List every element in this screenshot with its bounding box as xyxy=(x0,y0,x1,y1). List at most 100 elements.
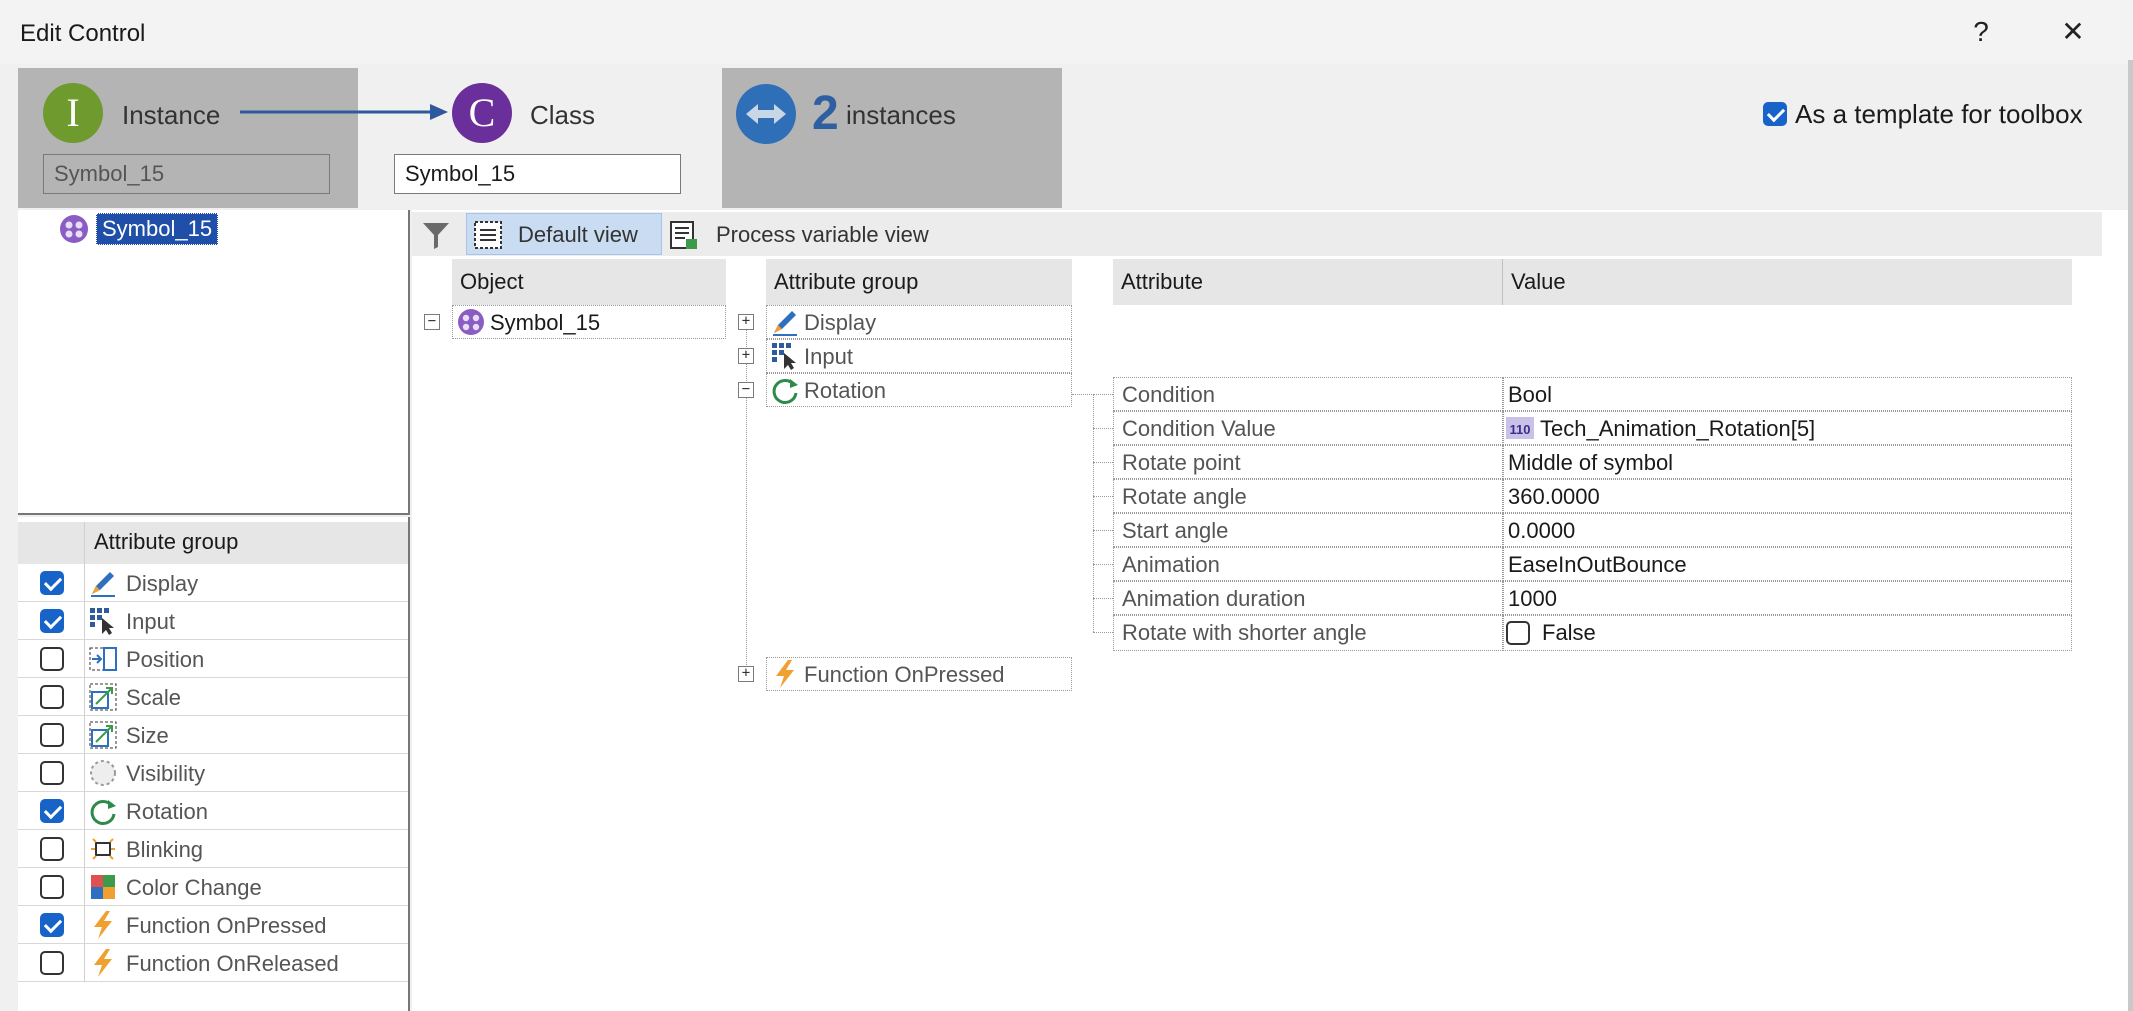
process-variable-icon xyxy=(670,221,697,249)
attribute-group-label: Blinking xyxy=(126,837,204,862)
attribute-group-label: Function OnReleased xyxy=(126,951,339,976)
display-icon xyxy=(88,568,118,598)
class-name-input[interactable]: Symbol_15 xyxy=(394,154,681,194)
default-view-label: Default view xyxy=(518,222,638,247)
attribute-value: 1000 xyxy=(1508,586,1557,611)
attribute-group-label: Color Change xyxy=(126,875,262,900)
process-variable-view-button[interactable]: Process variable view xyxy=(716,222,929,248)
attribute-group-label: Rotation xyxy=(804,378,886,403)
attribute-group-label: Function OnPressed xyxy=(804,662,1005,687)
tree-root-item[interactable]: Symbol_15 xyxy=(96,213,219,245)
attribute-group-checkbox[interactable] xyxy=(40,951,64,975)
object-name: Symbol_15 xyxy=(490,310,601,335)
instance-icon: I xyxy=(43,83,103,143)
size-icon xyxy=(88,720,118,750)
filter-icon[interactable] xyxy=(420,219,452,251)
attribute-group-checkbox[interactable] xyxy=(40,837,64,861)
attribute-group-label: Visibility xyxy=(126,761,206,786)
group-column-header: Attribute group xyxy=(766,259,1072,305)
attribute-group-checkbox[interactable] xyxy=(40,609,64,633)
attribute-value: Middle of symbol xyxy=(1508,450,1674,475)
attribute-group-row[interactable] xyxy=(18,640,408,678)
attribute-group-label: Scale xyxy=(126,685,182,710)
object-tree-panel xyxy=(18,210,410,515)
value-column-header: Value xyxy=(1503,259,2072,305)
tree-connector xyxy=(1093,394,1113,395)
attribute-group-label: Size xyxy=(126,723,169,748)
arrow-icon xyxy=(240,104,448,120)
attribute-value-cell[interactable] xyxy=(1503,377,2072,411)
attribute-group-row[interactable] xyxy=(18,564,408,602)
tree-connector xyxy=(1072,394,1094,395)
attribute-group-row[interactable] xyxy=(18,678,408,716)
attribute-group-label: Rotation xyxy=(126,799,208,824)
close-button[interactable]: ✕ xyxy=(2053,14,2093,50)
collapse-toggle[interactable]: − xyxy=(738,382,754,398)
template-checkbox[interactable] xyxy=(1763,102,1787,126)
attribute-group-label: Display xyxy=(804,310,877,335)
template-checkbox-label: As a template for toolbox xyxy=(1795,99,2083,129)
instance-name-field: Symbol_15 xyxy=(43,154,330,194)
attribute-group-checkbox[interactable] xyxy=(40,799,64,823)
attribute-group-label: Display xyxy=(126,571,199,596)
attribute-value-cell[interactable] xyxy=(1503,581,2072,615)
lightning-icon xyxy=(88,948,118,978)
lightning-icon xyxy=(770,659,800,689)
attribute-group-label: Input xyxy=(126,609,175,634)
rotation-icon xyxy=(88,796,118,826)
expand-toggle[interactable]: + xyxy=(738,348,754,364)
object-column-header: Object xyxy=(452,259,726,305)
attribute-group-checkbox[interactable] xyxy=(40,875,64,899)
position-icon xyxy=(88,644,118,674)
instances-label: instances xyxy=(846,100,956,130)
tree-connector xyxy=(1093,462,1113,463)
attribute-name: Rotate point xyxy=(1122,450,1241,475)
tree-connector xyxy=(1093,530,1113,531)
attribute-value-cell[interactable] xyxy=(1503,513,2072,547)
class-icon: C xyxy=(452,83,512,143)
color-change-icon xyxy=(88,872,118,902)
rotation-icon xyxy=(770,375,800,405)
tree-connector xyxy=(1093,394,1094,632)
attribute-group-checkbox[interactable] xyxy=(40,571,64,595)
attribute-name: Animation duration xyxy=(1122,586,1306,611)
rotate-shorter-checkbox[interactable] xyxy=(1506,621,1530,645)
attribute-group-row[interactable] xyxy=(18,602,408,640)
attribute-value: 0.0000 xyxy=(1508,518,1576,543)
title-bar xyxy=(0,0,2133,64)
attribute-name: Rotate angle xyxy=(1122,484,1247,509)
tree-connector xyxy=(1093,632,1113,633)
expand-toggle[interactable]: + xyxy=(738,666,754,682)
attribute-column-header: Attribute xyxy=(1113,259,1503,305)
attribute-group-checkbox[interactable] xyxy=(40,647,64,671)
attribute-group-checkbox[interactable] xyxy=(40,723,64,747)
instances-icon xyxy=(736,84,796,144)
variable-type-icon: 110 xyxy=(1506,417,1534,439)
tree-connector xyxy=(1093,598,1113,599)
attribute-value: 360.0000 xyxy=(1508,484,1600,509)
input-icon xyxy=(88,606,118,636)
symbol-icon xyxy=(458,309,484,335)
attribute-group-row[interactable] xyxy=(18,792,408,830)
tree-connector xyxy=(1093,428,1113,429)
scale-icon xyxy=(88,682,118,712)
attribute-name: Animation xyxy=(1122,552,1220,577)
display-icon xyxy=(770,307,800,337)
attribute-group-row[interactable] xyxy=(18,830,408,868)
input-icon xyxy=(770,341,800,371)
collapse-object-toggle[interactable]: − xyxy=(424,314,440,330)
expand-toggle[interactable]: + xyxy=(738,314,754,330)
attribute-group-label: Input xyxy=(804,344,853,369)
attribute-group-checkbox[interactable] xyxy=(40,761,64,785)
attribute-group-checkbox[interactable] xyxy=(40,913,64,937)
attribute-value: Tech_Animation_Rotation[5] xyxy=(1540,416,1816,441)
instances-count: 2 xyxy=(812,87,839,140)
blinking-icon xyxy=(88,834,118,864)
attribute-group-row[interactable] xyxy=(18,716,408,754)
help-button[interactable]: ? xyxy=(1961,14,2001,50)
attribute-group-checkbox[interactable] xyxy=(40,685,64,709)
attribute-group-row[interactable] xyxy=(18,754,408,792)
view-toolbar xyxy=(412,212,2102,256)
attribute-value: Bool xyxy=(1508,382,1553,407)
class-label: Class xyxy=(530,100,596,130)
